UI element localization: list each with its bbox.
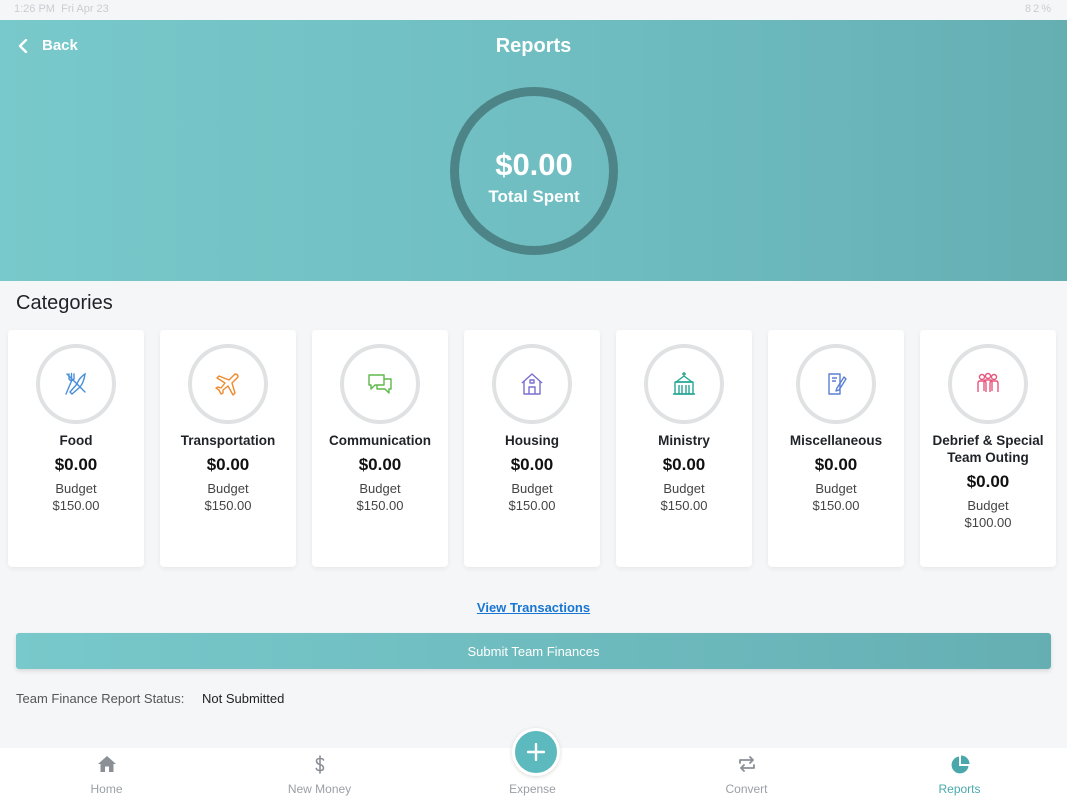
group-icon bbox=[977, 372, 999, 392]
category-card-transportation[interactable]: Transportation $0.00 Budget $150.00 bbox=[160, 330, 296, 567]
report-status: Team Finance Report Status: Not Submitte… bbox=[16, 691, 284, 706]
battery-indicator: 82% bbox=[1024, 3, 1053, 15]
airplane-icon bbox=[215, 373, 239, 396]
category-spent: $0.00 bbox=[966, 472, 1010, 491]
tab-convert[interactable]: Convert bbox=[640, 748, 853, 800]
category-name: Ministry bbox=[658, 433, 710, 448]
church-icon bbox=[673, 372, 695, 395]
budget-label: Budget bbox=[359, 481, 401, 496]
category-budget: $100.00 bbox=[964, 515, 1012, 530]
tab-label: Home bbox=[90, 782, 123, 796]
budget-label: Budget bbox=[815, 481, 857, 496]
tab-reports[interactable]: Reports bbox=[853, 748, 1066, 800]
category-spent: $0.00 bbox=[662, 455, 706, 474]
view-transactions-link[interactable]: View Transactions bbox=[477, 600, 590, 615]
page-title: Reports bbox=[495, 35, 572, 57]
category-spent: $0.00 bbox=[54, 455, 98, 474]
submit-team-finances-button[interactable]: Submit Team Finances bbox=[16, 633, 1051, 669]
budget-label: Budget bbox=[967, 498, 1009, 513]
category-card-ministry[interactable]: Ministry $0.00 Budget $150.00 bbox=[616, 330, 752, 567]
chat-icon bbox=[368, 374, 392, 394]
home-icon bbox=[97, 756, 116, 772]
category-spent: $0.00 bbox=[510, 455, 554, 474]
budget-label: Budget bbox=[55, 481, 97, 496]
category-budget: $150.00 bbox=[660, 498, 708, 513]
category-spent: $0.00 bbox=[206, 455, 250, 474]
utensils-icon bbox=[65, 372, 86, 395]
category-name: Debrief & Special Team Outing bbox=[932, 433, 1044, 465]
category-card-food[interactable]: Food $0.00 Budget $150.00 bbox=[8, 330, 144, 567]
category-budget: $150.00 bbox=[356, 498, 404, 513]
category-name: Housing bbox=[505, 433, 559, 448]
category-name: Transportation bbox=[180, 433, 276, 448]
tab-new-money[interactable]: New Money bbox=[213, 748, 426, 800]
status-time: 1:26 PM bbox=[14, 3, 55, 15]
category-card-communication[interactable]: Communication $0.00 Budget $150.00 bbox=[312, 330, 448, 567]
budget-label: Budget bbox=[207, 481, 249, 496]
category-spent: $0.00 bbox=[814, 455, 858, 474]
report-status-label: Team Finance Report Status: bbox=[16, 691, 185, 706]
categories-heading: Categories bbox=[16, 292, 113, 314]
category-spent: $0.00 bbox=[358, 455, 402, 474]
category-budget: $150.00 bbox=[204, 498, 252, 513]
dollar-icon bbox=[315, 755, 324, 774]
category-name: Communication bbox=[328, 433, 431, 448]
total-spent-amount: $0.00 bbox=[495, 147, 573, 182]
tab-label: Reports bbox=[938, 782, 981, 796]
convert-icon bbox=[738, 756, 755, 772]
category-list: Food $0.00 Budget $150.00 Transportation… bbox=[8, 330, 1056, 567]
tab-label: Expense bbox=[509, 782, 556, 796]
total-spent-label: Total Spent bbox=[488, 187, 580, 206]
category-budget: $150.00 bbox=[508, 498, 556, 513]
category-card-debrief-special-team-outing[interactable]: Debrief & Special Team Outing $0.00 Budg… bbox=[920, 330, 1056, 567]
category-card-housing[interactable]: Housing $0.00 Budget $150.00 bbox=[464, 330, 600, 567]
tab-home[interactable]: Home bbox=[0, 748, 213, 800]
plus-icon bbox=[527, 743, 545, 761]
category-card-miscellaneous[interactable]: Miscellaneous $0.00 Budget $150.00 bbox=[768, 330, 904, 567]
category-budget: $150.00 bbox=[52, 498, 100, 513]
tab-label: New Money bbox=[287, 782, 352, 796]
category-name: Food bbox=[59, 433, 93, 448]
status-bar: 1:26 PM Fri Apr 23 82% bbox=[0, 0, 1067, 20]
tab-label: Convert bbox=[725, 782, 768, 796]
category-budget: $150.00 bbox=[812, 498, 860, 513]
add-expense-button[interactable] bbox=[512, 728, 560, 776]
category-name: Miscellaneous bbox=[789, 433, 883, 448]
house-icon bbox=[521, 373, 543, 395]
report-status-value: Not Submitted bbox=[201, 691, 285, 706]
reports-header: Back Reports $0.00 Total Spent bbox=[0, 20, 1067, 281]
budget-label: Budget bbox=[511, 481, 553, 496]
status-date: Fri Apr 23 bbox=[61, 3, 109, 15]
total-spent-ring: $0.00 Total Spent bbox=[450, 87, 618, 255]
pie-chart-icon bbox=[951, 755, 969, 774]
document-pen-icon bbox=[828, 373, 847, 395]
budget-label: Budget bbox=[663, 481, 705, 496]
